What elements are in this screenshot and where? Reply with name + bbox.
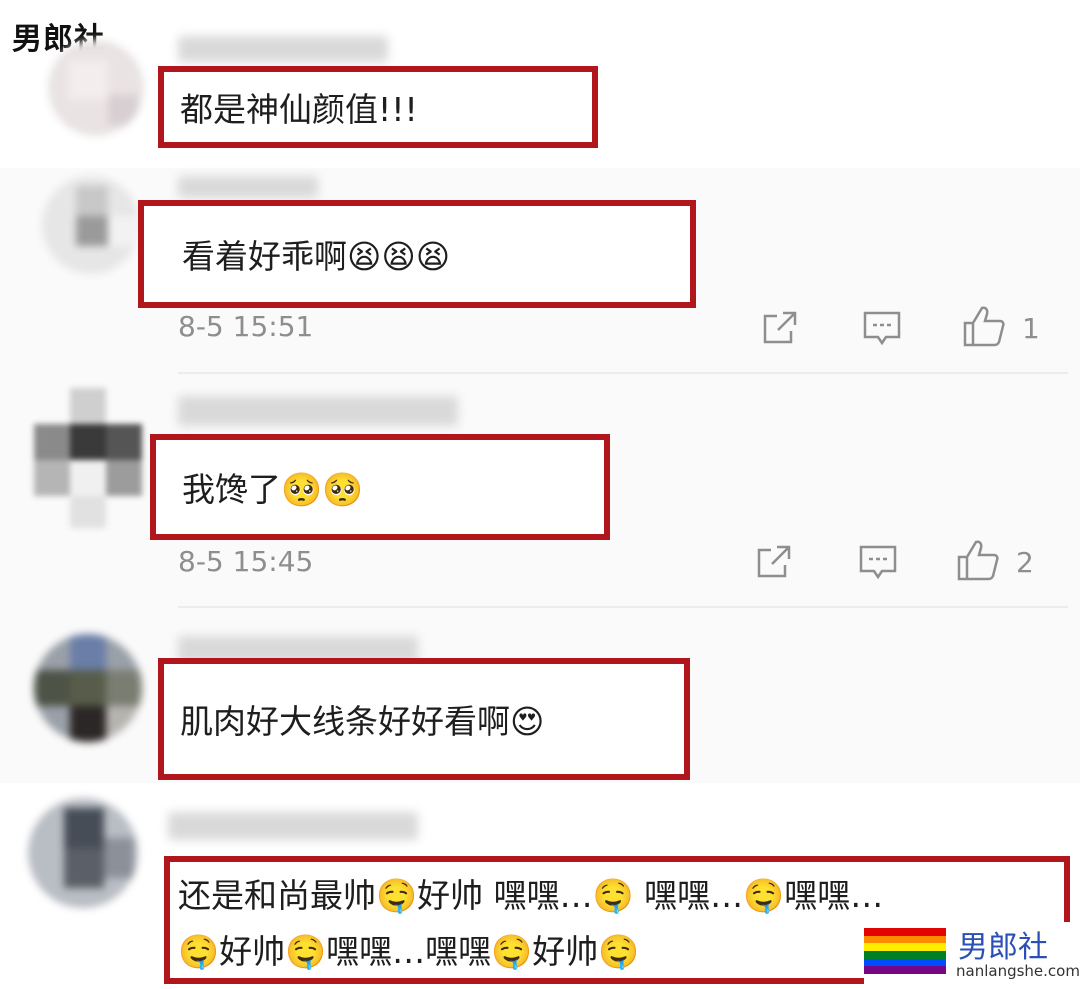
avatar[interactable]: [34, 388, 142, 528]
watermark-url: nanlangshe.com: [956, 962, 1080, 980]
watermark-brand: 男郎社: [958, 930, 1048, 965]
comment-box: 肌肉好大线条好好看啊😍: [158, 658, 690, 780]
comment-text: 都是神仙颜值!!!: [180, 90, 418, 129]
comment-box: 我馋了🥺🥺: [150, 434, 610, 540]
reply-icon: [859, 545, 897, 580]
like-count: 1: [1022, 312, 1040, 345]
comment-text-line-1: 还是和尚最帅🤤好帅 嘿嘿…🤤 嘿嘿…🤤嘿嘿…: [178, 876, 884, 915]
avatar[interactable]: [28, 798, 138, 908]
comment-time: 8-5 15:51: [178, 310, 314, 343]
thumbs-up-icon: [957, 540, 999, 581]
avatar[interactable]: [34, 634, 142, 742]
username-blurred[interactable]: [178, 36, 388, 62]
comment-text: 看着好乖啊😫😫😫: [182, 237, 451, 276]
avatar[interactable]: [48, 40, 144, 136]
reply-button[interactable]: [860, 306, 904, 350]
comment-box: 都是神仙颜值!!!: [158, 66, 598, 148]
avatar[interactable]: [42, 176, 140, 274]
comment-box: 看着好乖啊😫😫😫: [138, 200, 696, 308]
comment-text: 我馋了🥺🥺: [182, 470, 364, 509]
share-button[interactable]: [752, 540, 796, 584]
like-button[interactable]: [962, 304, 1006, 348]
reply-button[interactable]: [856, 540, 900, 584]
divider: [178, 372, 1068, 374]
share-icon: [763, 311, 797, 344]
like-count: 2: [1016, 546, 1034, 579]
share-icon: [757, 545, 791, 578]
like-button[interactable]: [956, 538, 1000, 582]
username-blurred[interactable]: [178, 176, 318, 198]
reply-icon: [863, 311, 901, 346]
share-button[interactable]: [758, 306, 802, 350]
comment-time: 8-5 15:45: [178, 545, 314, 578]
thumbs-up-icon: [963, 306, 1005, 347]
watermark-bottom: 男郎社 nanlangshe.com: [864, 922, 1080, 984]
comment-text: 肌肉好大线条好好看啊😍: [180, 702, 545, 741]
username-blurred[interactable]: [178, 396, 458, 426]
divider: [178, 606, 1068, 608]
username-blurred[interactable]: [168, 812, 418, 840]
rainbow-flag-icon: [864, 928, 946, 975]
